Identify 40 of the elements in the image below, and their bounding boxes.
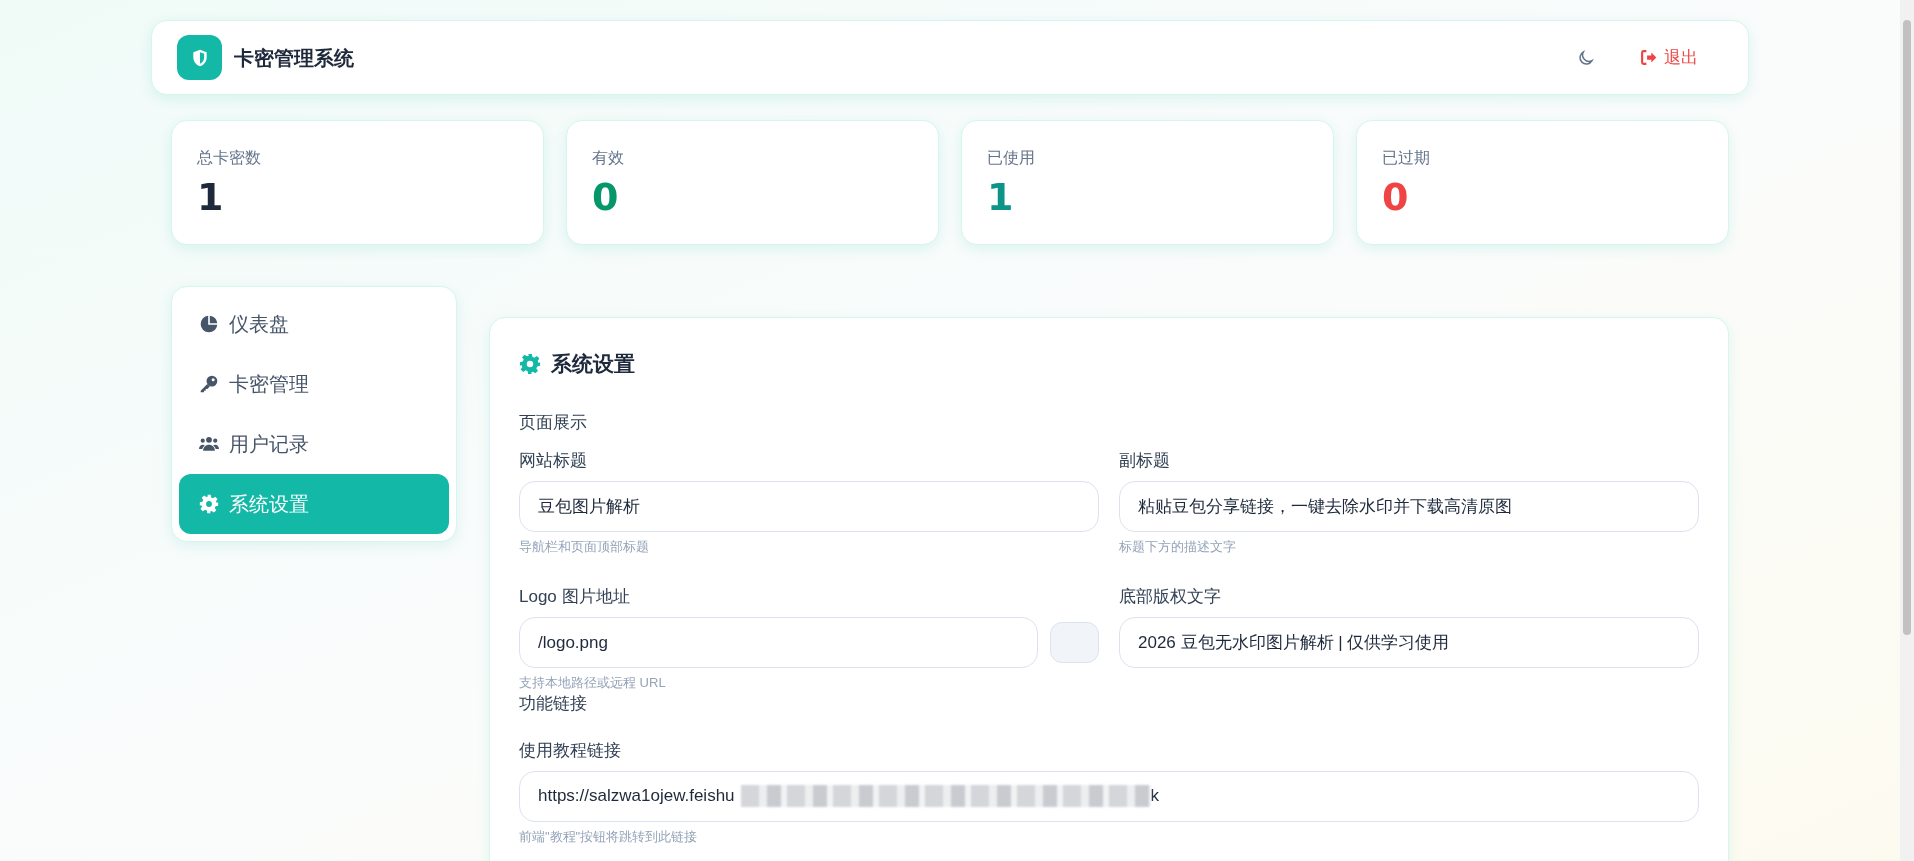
input-field[interactable]: 豆包图片解析 [519,481,1099,532]
users-icon [199,434,219,454]
field-label: 底部版权文字 [1119,586,1221,608]
input-field[interactable]: 粘贴豆包分享链接，一键去除水印并下载高清原图 [1119,481,1699,532]
field-hint: 标题下方的描述文字 [1119,538,1236,555]
sidebar-item[interactable]: 仪表盘 [179,294,449,354]
stat-value: 0 [592,174,619,221]
pie-chart-icon [199,314,219,334]
app-title: 卡密管理系统 [234,45,354,71]
stat-label: 有效 [592,148,625,168]
shield-logo-icon [177,35,222,80]
stat-label: 已过期 [1382,148,1431,168]
input-field[interactable]: /logo.png [519,617,1038,668]
panel-title: 系统设置 [551,351,635,377]
field-label: 网站标题 [519,450,587,472]
stat-label: 已使用 [987,148,1036,168]
logout-icon [1640,49,1657,66]
stat-label: 总卡密数 [197,148,262,168]
field-hint: 导航栏和页面顶部标题 [519,538,649,555]
sidebar-item[interactable]: 用户记录 [179,414,449,474]
input-field[interactable]: 2026 豆包无水印图片解析 | 仅供学习使用 [1119,617,1699,668]
moon-icon [1577,48,1595,67]
sidebar-item[interactable]: 卡密管理 [179,354,449,414]
key-icon [199,374,219,394]
field-hint: 前端"教程"按钮将跳转到此链接 [519,827,698,845]
field-label: 使用教程链接 [519,739,621,762]
input-field[interactable]: https://salzwa1ojew.feishu k [519,770,1699,822]
settings-icon [199,494,219,514]
field-label: Logo 图片地址 [519,586,630,608]
field-label: 副标题 [1119,450,1170,472]
stat-value: 1 [987,174,1014,221]
settings-icon [519,352,541,375]
stat-value: 0 [1382,174,1409,221]
section-heading: 页面展示 [519,411,587,434]
scrollbar-thumb[interactable] [1903,20,1911,635]
logout-button[interactable]: 退出 [1630,38,1708,77]
field-hint: 支持本地路径或远程 URL [519,674,666,691]
scrollbar[interactable] [1900,0,1914,861]
section-heading: 功能链接 [519,693,587,715]
stat-value: 1 [197,174,224,221]
